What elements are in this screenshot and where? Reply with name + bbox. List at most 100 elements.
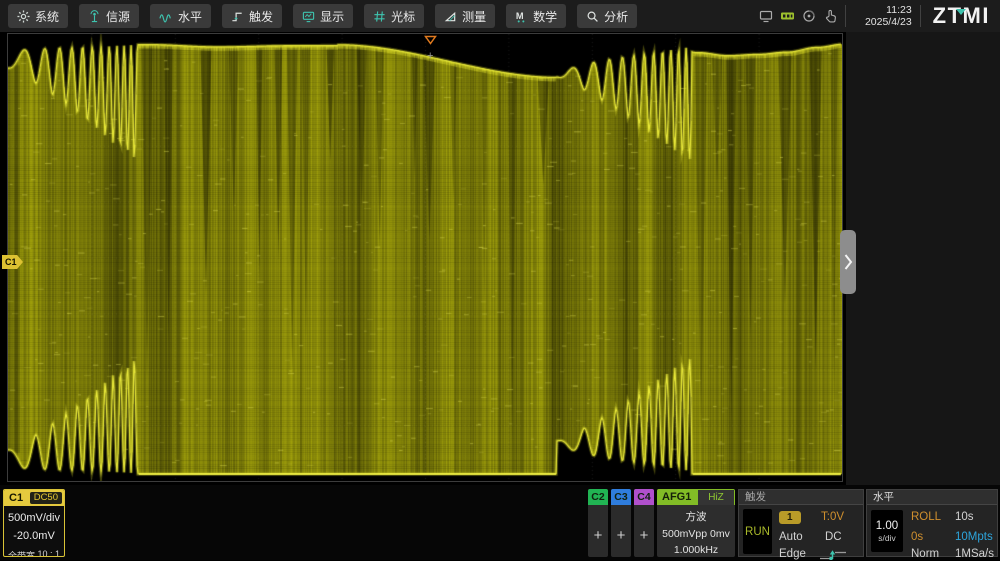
trigger-point-cross-icon: + — [427, 50, 433, 62]
math-icon: M — [515, 10, 528, 23]
afg-frequency: 1.000kHz — [657, 544, 735, 556]
menu-math[interactable]: M 数学 — [506, 4, 566, 28]
display-icon — [302, 10, 315, 23]
clock: 11:23 2025/4/23 — [854, 4, 912, 28]
trigger-edge-icon — [231, 10, 244, 23]
channel3-name: C3 — [614, 491, 627, 503]
menu-display[interactable]: 显示 — [293, 4, 353, 28]
channel2-name: C2 — [591, 491, 604, 503]
scope-area: + C1 — [0, 32, 1000, 485]
brand-logo-text: ZTMI — [933, 3, 990, 28]
time-window: 10s — [955, 511, 974, 523]
menu-display-label: 显示 — [320, 8, 344, 25]
acquisition-mode[interactable]: Norm — [911, 548, 939, 560]
channel4-box[interactable]: C4 + — [634, 489, 654, 557]
sample-rate: 1MSa/s — [955, 548, 994, 560]
bottom-status-bar: C1 DC50 500mV/div -20.0mV 全带宽 10 : 1 C2 … — [0, 485, 1000, 560]
menu-analysis-label: 分析 — [604, 8, 628, 25]
channel1-scale: 500mV/div — [4, 512, 64, 524]
menu-cursor[interactable]: 光标 — [364, 4, 424, 28]
disc-icon — [802, 9, 816, 23]
trigger-panel-title: 触发 — [739, 490, 863, 505]
channel1-coupling[interactable]: DC50 — [30, 492, 62, 504]
timebase-scale: 1.00 — [876, 520, 898, 532]
trigger-source-badge[interactable]: 1 — [779, 511, 801, 524]
edge-slope-icon[interactable] — [819, 549, 847, 561]
trigger-sweep-mode[interactable]: Auto — [779, 531, 803, 543]
menu-source[interactable]: 信源 — [79, 4, 139, 28]
menu-horizontal-label: 水平 — [178, 8, 202, 25]
source-icon — [88, 10, 101, 23]
trigger-type[interactable]: Edge — [779, 548, 806, 560]
cursor-icon — [373, 10, 386, 23]
measure-icon — [444, 10, 457, 23]
channel1-footer: 全带宽 10 : 1 — [4, 549, 64, 557]
usb-icon — [780, 9, 795, 23]
menu-source-label: 信源 — [106, 8, 130, 25]
logo-wedge-icon — [956, 9, 966, 15]
channel4-header: C4 — [634, 489, 654, 505]
menu-trigger[interactable]: 触发 — [222, 4, 282, 28]
horizontal-wave-icon — [159, 10, 173, 23]
trigger-coupling[interactable]: DC — [825, 531, 842, 543]
horizontal-position[interactable]: 0s — [911, 531, 923, 543]
waveform-plot — [7, 33, 843, 482]
menu-trigger-label: 触发 — [249, 8, 273, 25]
afg-name: AFG1 — [657, 489, 698, 505]
channel3-add-button[interactable]: + — [611, 527, 631, 544]
trigger-level[interactable]: T:0V — [821, 511, 844, 523]
menu-horizontal[interactable]: 水平 — [150, 4, 211, 28]
menu-analysis[interactable]: 分析 — [577, 4, 637, 28]
menu-math-label: 数学 — [533, 8, 557, 25]
channel2-header: C2 — [588, 489, 608, 505]
run-state: RUN — [745, 526, 770, 538]
clock-date: 2025/4/23 — [854, 16, 912, 28]
channel4-add-button[interactable]: + — [634, 527, 654, 544]
menu-measure-label: 测量 — [462, 8, 486, 25]
collapsed-side-panel — [846, 32, 1000, 485]
channel1-name: C1 — [9, 492, 23, 504]
channel1-probe-ratio: 10 : 1 — [37, 549, 60, 557]
chevron-right-icon — [843, 251, 853, 273]
menu-measure[interactable]: 测量 — [435, 4, 495, 28]
memory-depth[interactable]: 10Mpts — [955, 531, 993, 543]
main-menu: 系统 信源 水平 触发 显示 光标 测量 M 数学 — [0, 4, 637, 28]
panel-expand-handle[interactable] — [840, 230, 856, 294]
status-cluster: 11:23 2025/4/23 ZTMI — [759, 3, 1000, 29]
gear-icon — [17, 10, 30, 23]
trigger-panel[interactable]: 触发 RUN 1 Auto Edge T:0V DC — [738, 489, 864, 557]
svg-text:M: M — [516, 10, 524, 20]
statusbar-divider-2 — [920, 5, 921, 27]
timebase-scale-unit: s/div — [878, 533, 895, 543]
clock-time: 11:23 — [854, 4, 912, 16]
menu-cursor-label: 光标 — [391, 8, 415, 25]
top-menu-bar: 系统 信源 水平 触发 显示 光标 测量 M 数学 — [0, 0, 1000, 32]
afg-amplitude-offset: 500mVpp 0mv — [657, 528, 735, 540]
channel1-header: C1 DC50 — [4, 490, 64, 506]
run-state-box[interactable]: RUN — [743, 509, 772, 554]
afg-header: AFG1 HiZ — [657, 489, 735, 505]
analysis-icon — [586, 10, 599, 23]
status-indicators — [759, 9, 837, 23]
channel1-box[interactable]: C1 DC50 500mV/div -20.0mV 全带宽 10 : 1 — [3, 489, 65, 557]
afg-box[interactable]: AFG1 HiZ 方波 500mVpp 0mv 1.000kHz — [657, 489, 735, 557]
afg-impedance[interactable]: HiZ — [698, 490, 734, 505]
waveform-canvas[interactable] — [8, 34, 842, 481]
channel2-add-button[interactable]: + — [588, 527, 608, 544]
menu-system[interactable]: 系统 — [8, 4, 68, 28]
channel4-name: C4 — [637, 491, 650, 503]
horizontal-panel-title: 水平 — [867, 490, 997, 505]
channel1-bandwidth: 全带宽 — [8, 549, 35, 557]
horizontal-mode[interactable]: ROLL — [911, 511, 941, 523]
timebase-scale-box[interactable]: 1.00 s/div — [871, 510, 903, 552]
channel3-box[interactable]: C3 + — [611, 489, 631, 557]
channel1-offset: -20.0mV — [4, 530, 64, 542]
screen-icon — [759, 9, 773, 23]
trigger-position-icon[interactable] — [424, 35, 437, 45]
touch-icon — [823, 9, 837, 23]
menu-system-label: 系统 — [35, 8, 59, 25]
channel3-header: C3 — [611, 489, 631, 505]
channel2-box[interactable]: C2 + — [588, 489, 608, 557]
afg-wave-type: 方波 — [657, 509, 735, 524]
horizontal-panel[interactable]: 水平 1.00 s/div ROLL 0s Norm 10s 10Mpts 1M… — [866, 489, 998, 557]
